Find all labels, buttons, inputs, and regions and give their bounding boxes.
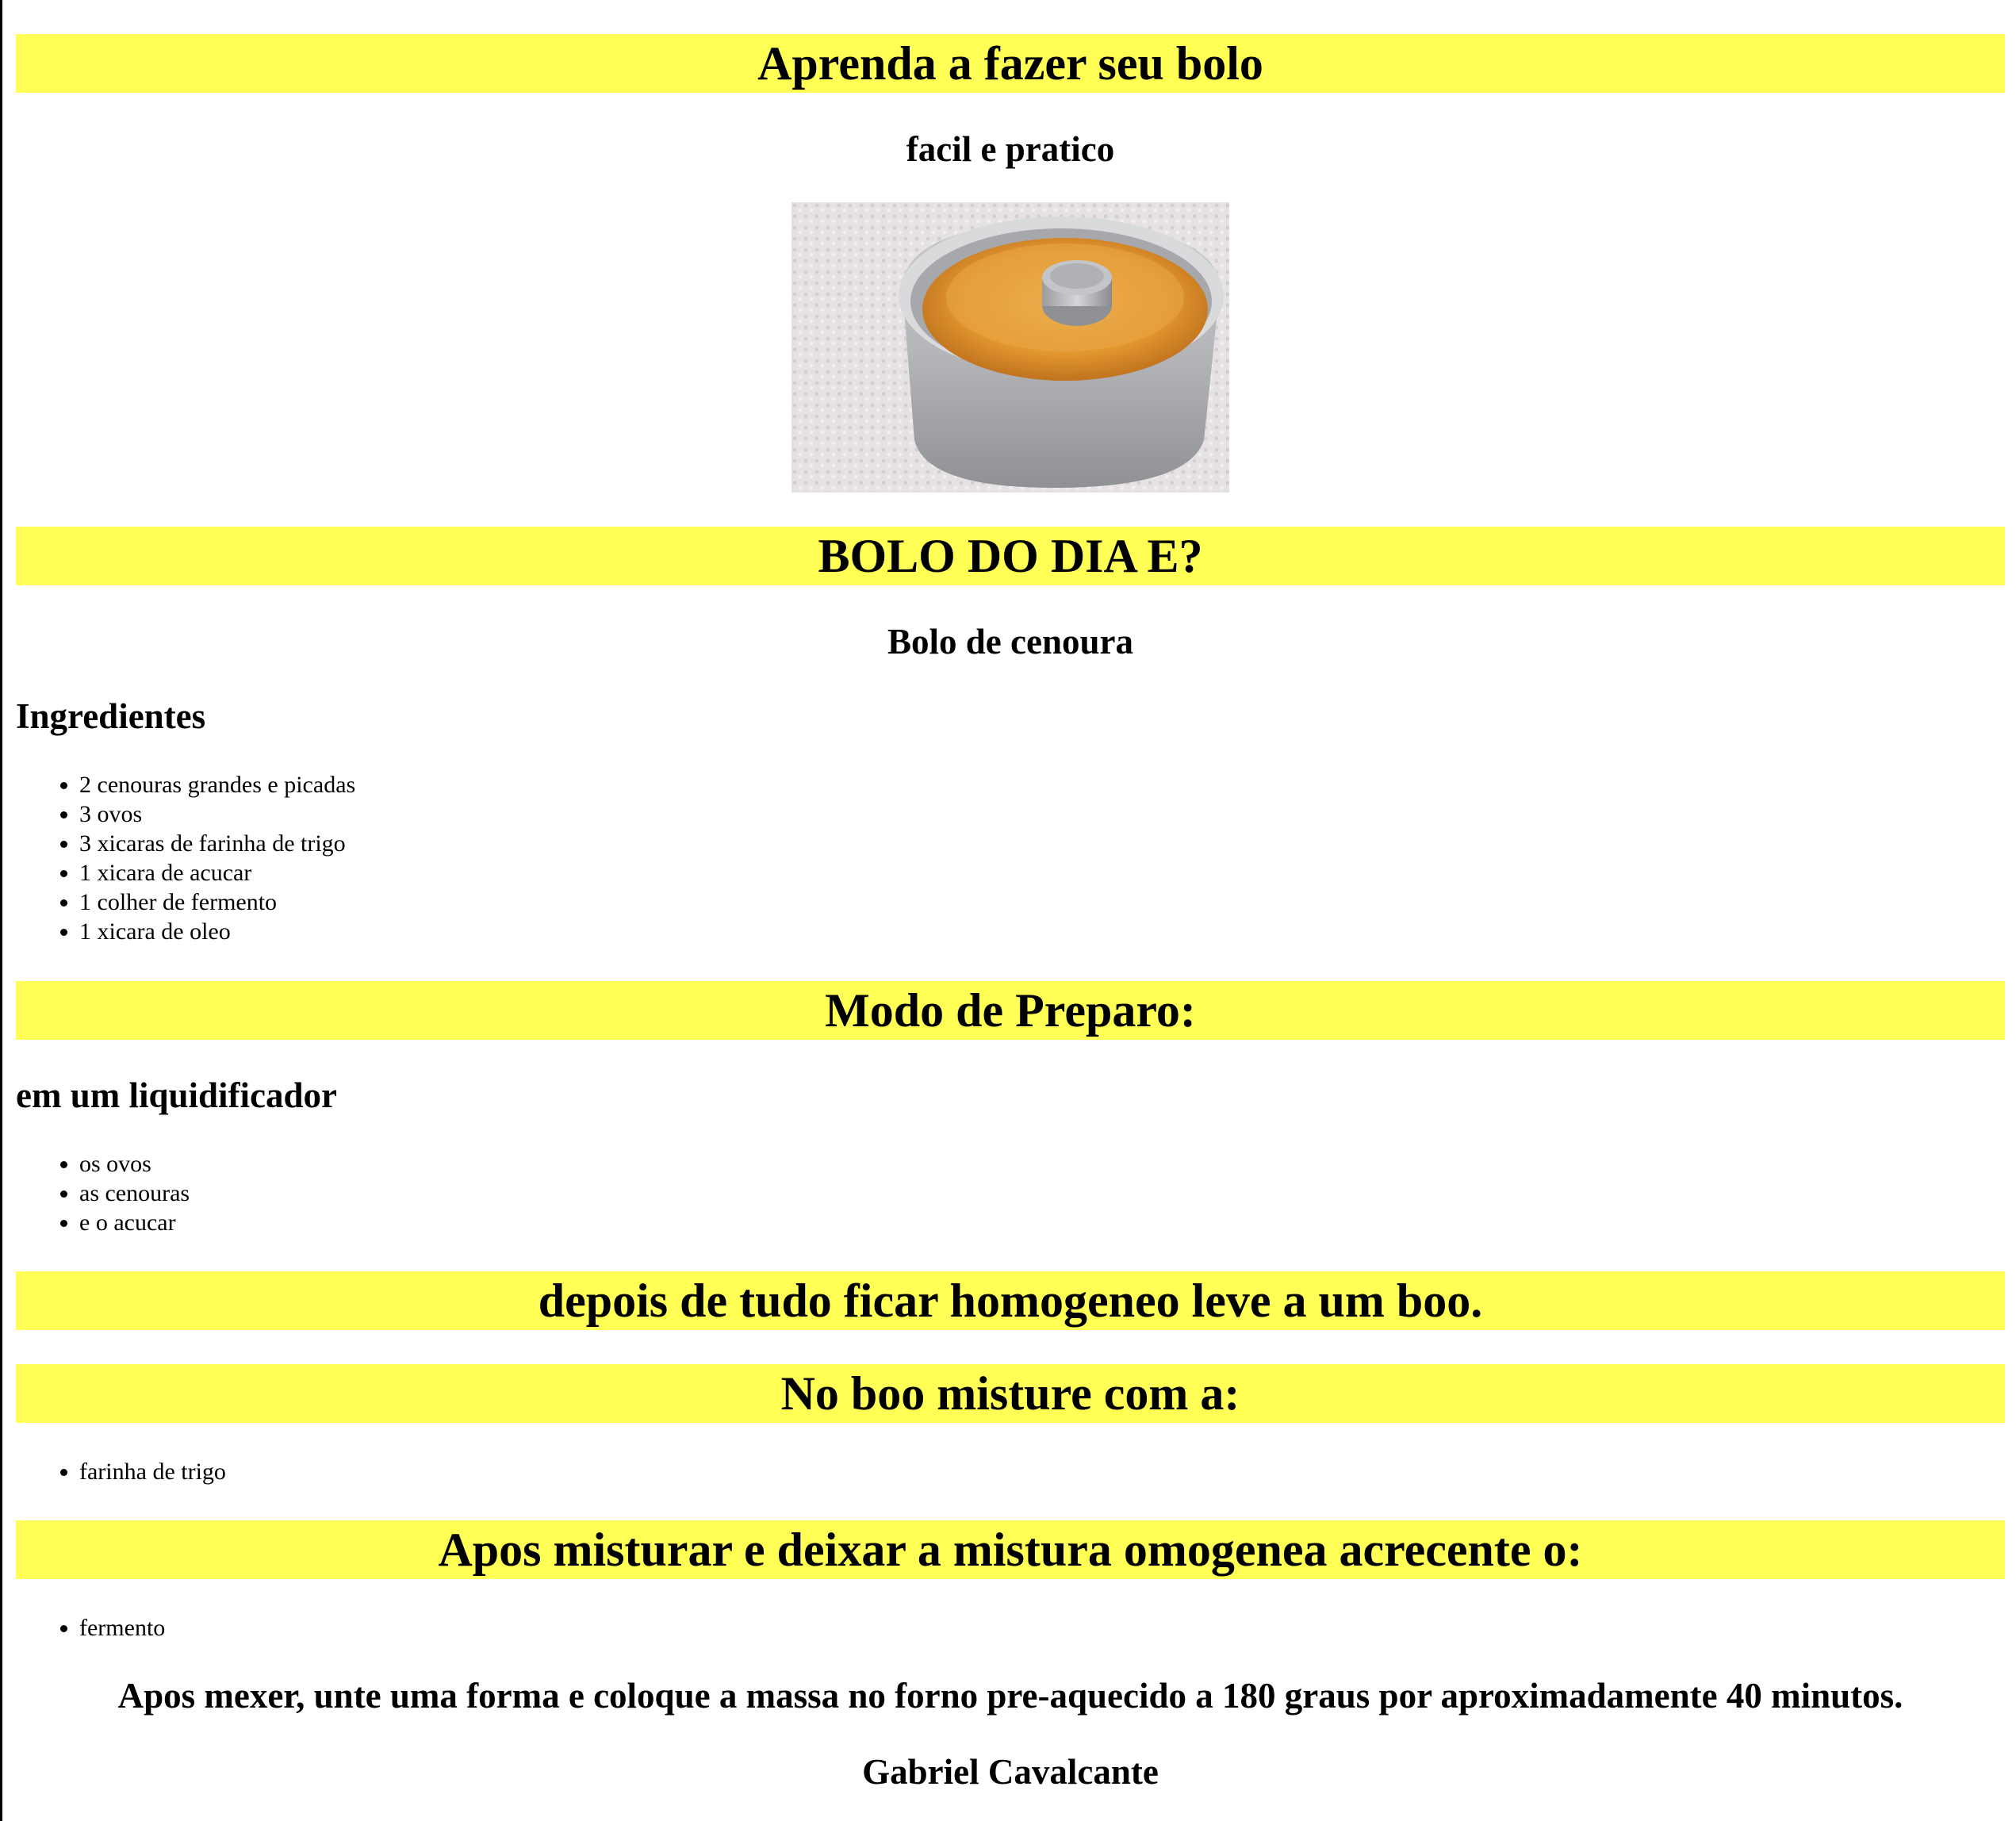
preparo-subheading: em um liquidificador xyxy=(16,1075,338,1115)
ingredients-heading: Ingredientes xyxy=(16,696,206,736)
day-cake-name: Bolo de cenoura xyxy=(887,622,1133,661)
list-item: 3 ovos xyxy=(79,799,355,829)
list-item: farinha de trigo xyxy=(79,1457,226,1486)
list-item: 1 xicara de oleo xyxy=(79,917,355,946)
list-item: 2 cenouras grandes e picadas xyxy=(79,770,355,799)
author-name: Gabriel Cavalcante xyxy=(862,1752,1159,1792)
step2-banner: depois de tudo ficar homogeneo leve a um… xyxy=(16,1271,2005,1330)
final-instruction: Apos mexer, unte uma forma e coloque a m… xyxy=(117,1676,1903,1716)
page-subtitle: facil e pratico xyxy=(906,129,1115,169)
list-item: e o acucar xyxy=(79,1208,190,1237)
preparo-banner: Modo de Preparo: xyxy=(16,981,2005,1040)
list-item: os ovos xyxy=(79,1149,190,1179)
page: Aprenda a fazer seu bolo facil e pratico xyxy=(0,0,2016,1821)
step3-banner: No boo misture com a: xyxy=(16,1364,2005,1423)
step4-list: fermento xyxy=(0,1613,165,1643)
page-title: Aprenda a fazer seu bolo xyxy=(16,34,2005,93)
list-item: fermento xyxy=(79,1613,165,1643)
list-item: 3 xicaras de farinha de trigo xyxy=(79,829,355,858)
list-item: as cenouras xyxy=(79,1179,190,1208)
list-item: 1 colher de fermento xyxy=(79,887,355,917)
preparo-list: os ovos as cenouras e o acucar xyxy=(0,1149,190,1237)
step4-banner: Apos misturar e deixar a mistura omogene… xyxy=(16,1520,2005,1579)
list-item: 1 xicara de acucar xyxy=(79,858,355,887)
cake-photo xyxy=(791,202,1229,493)
day-banner: BOLO DO DIA E? xyxy=(16,527,2005,585)
ingredients-list: 2 cenouras grandes e picadas 3 ovos 3 xi… xyxy=(0,770,355,946)
step3-list: farinha de trigo xyxy=(0,1457,226,1486)
